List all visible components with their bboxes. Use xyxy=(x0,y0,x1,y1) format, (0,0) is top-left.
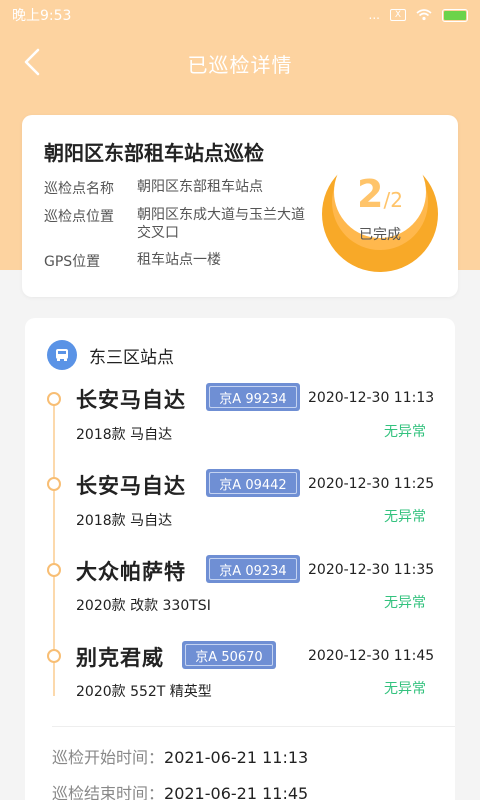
start-time-value: 2021-06-21 11:13 xyxy=(164,748,309,767)
license-plate: 京A 99234 xyxy=(206,383,300,411)
timeline-dot xyxy=(47,649,61,663)
car-name: 别克君威 xyxy=(76,646,164,670)
summary-title: 朝阳区东部租车站点巡检 xyxy=(44,141,264,165)
progress-total: /2 xyxy=(383,188,403,212)
car-name: 长安马自达 xyxy=(76,474,186,498)
station-name: 东三区站点 xyxy=(89,347,174,368)
car-name: 长安马自达 xyxy=(76,388,186,412)
wifi-icon xyxy=(416,9,432,21)
license-plate: 京A 50670 xyxy=(182,641,276,669)
page-title: 已巡检详情 xyxy=(187,52,293,77)
car-model: 2018款 马自达 xyxy=(76,427,173,443)
start-time-row: 巡检开始时间：2021-06-21 11:13 xyxy=(52,744,308,768)
status-icons: ... X xyxy=(369,8,468,22)
progress-indicator: 2/2 已完成 xyxy=(320,146,440,274)
end-time-value: 2021-06-21 11:45 xyxy=(164,784,309,800)
end-time-label: 巡检结束时间： xyxy=(52,784,165,800)
license-plate: 京A 09234 xyxy=(206,555,300,583)
status-time: 晚上9:53 xyxy=(12,8,72,24)
car-model: 2020款 改款 330TSI xyxy=(76,598,211,614)
info-row-name: 巡检点名称 朝阳区东部租车站点 xyxy=(44,178,317,198)
status-text: 无异常 xyxy=(384,681,426,697)
back-button[interactable] xyxy=(14,44,50,80)
progress-done: 2 xyxy=(357,172,384,216)
info-row-gps: GPS位置 租车站点一楼 xyxy=(44,251,317,271)
info-value: 朝阳区东成大道与玉兰大道交叉口 xyxy=(137,207,305,241)
status-bar: 晚上9:53 ... X xyxy=(0,0,480,30)
car-name: 大众帕萨特 xyxy=(76,560,186,584)
info-label: GPS位置 xyxy=(44,254,101,270)
bus-icon xyxy=(47,340,77,370)
summary-card: 朝阳区东部租车站点巡检 巡检点名称 朝阳区东部租车站点 巡检点位置 朝阳区东成大… xyxy=(22,115,458,297)
inspection-time: 2020-12-30 11:13 xyxy=(308,390,435,406)
status-text: 无异常 xyxy=(384,509,426,525)
inspection-time: 2020-12-30 11:35 xyxy=(308,562,435,578)
divider xyxy=(52,726,455,727)
inspection-list-card: 东三区站点 长安马自达 京A 99234 2020-12-30 11:13 20… xyxy=(25,318,455,800)
chevron-left-icon xyxy=(24,48,40,76)
status-text: 无异常 xyxy=(384,595,426,611)
end-time-row: 巡检结束时间：2021-06-21 11:45 xyxy=(52,780,308,800)
plate-number: 京A 09234 xyxy=(209,558,297,580)
inspection-time: 2020-12-30 11:25 xyxy=(308,476,435,492)
plate-number: 京A 09442 xyxy=(209,472,297,494)
timeline-dot xyxy=(47,477,61,491)
station-header: 东三区站点 xyxy=(47,340,174,370)
progress-count: 2/2 xyxy=(320,172,440,216)
info-label: 巡检点位置 xyxy=(44,209,114,225)
info-value: 租车站点一楼 xyxy=(137,252,221,268)
status-text: 无异常 xyxy=(384,424,426,440)
nav-bar: 已巡检详情 xyxy=(0,38,480,88)
car-model: 2020款 552T 精英型 xyxy=(76,684,212,700)
inspection-time: 2020-12-30 11:45 xyxy=(308,648,435,664)
progress-label: 已完成 xyxy=(359,227,401,243)
plate-number: 京A 50670 xyxy=(185,644,273,666)
car-model: 2018款 马自达 xyxy=(76,513,173,529)
signal-dots-icon: ... xyxy=(368,8,380,22)
timeline-dot xyxy=(47,563,61,577)
info-row-location: 巡检点位置 朝阳区东成大道与玉兰大道交叉口 xyxy=(44,206,317,242)
sim-icon: X xyxy=(390,9,406,21)
license-plate: 京A 09442 xyxy=(206,469,300,497)
battery-icon xyxy=(442,8,468,22)
start-time-label: 巡检开始时间： xyxy=(52,748,165,767)
info-label: 巡检点名称 xyxy=(44,181,114,197)
plate-number: 京A 99234 xyxy=(209,386,297,408)
timeline-dot xyxy=(47,392,61,406)
info-value: 朝阳区东部租车站点 xyxy=(137,179,263,195)
